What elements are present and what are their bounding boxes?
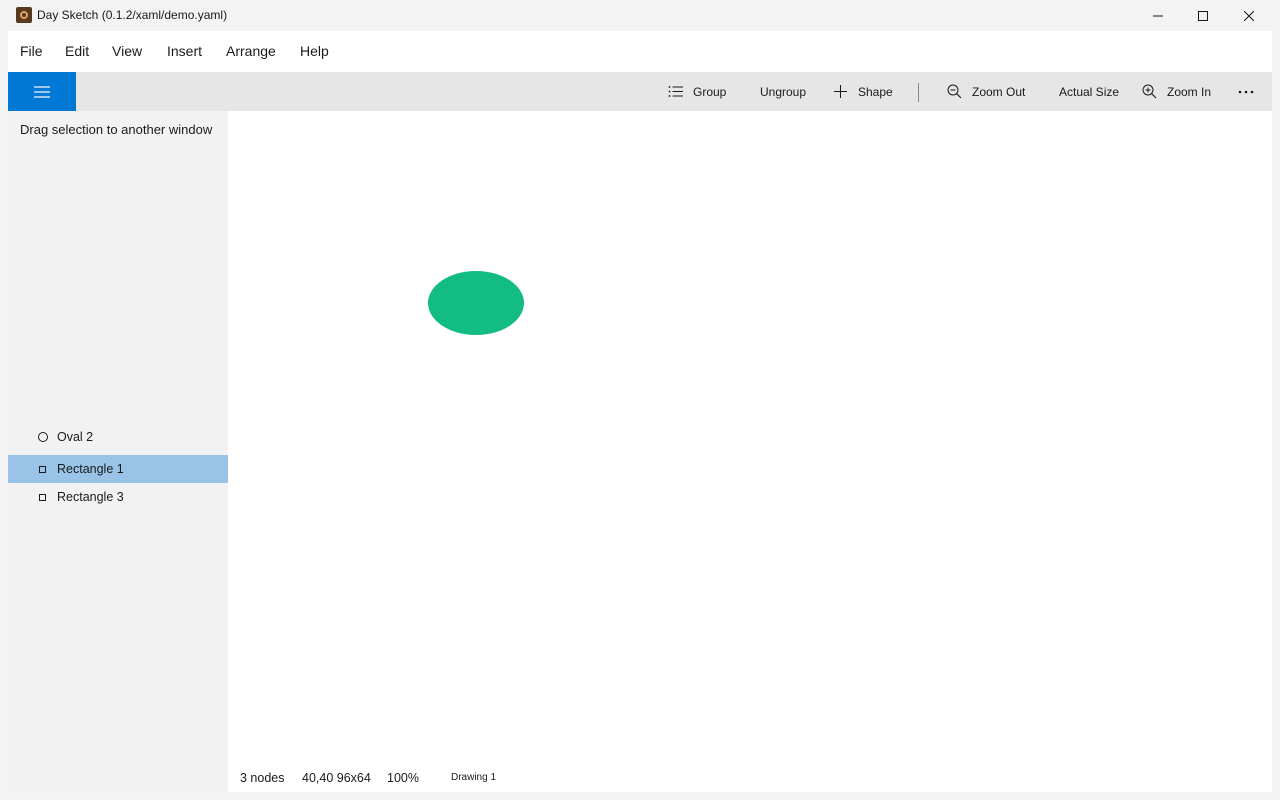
maximize-button[interactable] [1180, 0, 1226, 31]
drawing-canvas[interactable]: 3 nodes 40,40 96x64 100% Drawing 1 [228, 111, 1272, 792]
menu-bar: File Edit View Insert Arrange Help [8, 31, 1272, 72]
node-label: Oval 2 [57, 430, 94, 444]
more-icon [1238, 90, 1254, 93]
oval-shape[interactable] [428, 271, 524, 335]
hamburger-button[interactable] [8, 72, 76, 111]
more-button[interactable] [1238, 72, 1254, 111]
zoom-in-button[interactable]: Zoom In [1142, 72, 1211, 111]
zoom-in-label: Zoom In [1167, 84, 1212, 99]
app-icon [16, 7, 32, 23]
close-button[interactable] [1226, 0, 1272, 31]
drag-hint: Drag selection to another window [20, 122, 213, 137]
toolbar: Group Ungroup Shape Zoom Out Actual Size… [8, 72, 1272, 111]
node-panel: Drag selection to another window Oval 2 … [8, 111, 228, 792]
status-selection-geometry: 40,40 96x64 [302, 771, 371, 785]
maximize-icon [1198, 10, 1208, 21]
node-row-rectangle-3[interactable]: Rectangle 3 [8, 483, 228, 511]
node-label: Rectangle 3 [57, 490, 124, 504]
node-row-rectangle-1[interactable]: Rectangle 1 [8, 455, 228, 483]
actual-size-button[interactable]: Actual Size [1059, 72, 1119, 111]
shape-button[interactable]: Shape [833, 72, 893, 111]
zoom-out-label: Zoom Out [972, 84, 1026, 99]
group-label: Group [693, 84, 727, 99]
list-icon [668, 86, 683, 97]
zoom-out-button[interactable]: Zoom Out [947, 72, 1025, 111]
menu-file[interactable]: File [20, 43, 43, 59]
menu-view[interactable]: View [112, 43, 142, 59]
ungroup-button[interactable]: Ungroup [760, 72, 806, 111]
window-bottom-border [0, 792, 1280, 800]
menu-edit[interactable]: Edit [65, 43, 89, 59]
hamburger-icon [34, 85, 50, 98]
minimize-icon [1153, 15, 1163, 16]
menu-arrange[interactable]: Arrange [226, 43, 276, 59]
menu-insert[interactable]: Insert [167, 43, 202, 59]
actual-size-label: Actual Size [1059, 84, 1120, 99]
status-drawing-name: Drawing 1 [451, 772, 497, 783]
node-row-oval-2[interactable]: Oval 2 [8, 423, 228, 451]
group-button[interactable]: Group [668, 72, 726, 111]
zoom-in-icon [1142, 84, 1157, 99]
zoom-out-icon [947, 84, 962, 99]
status-node-count: 3 nodes [240, 771, 285, 785]
title-bar: Day Sketch (0.1.2/xaml/demo.yaml) [0, 0, 1280, 31]
shape-label: Shape [858, 84, 893, 99]
menu-help[interactable]: Help [300, 43, 329, 59]
node-label: Rectangle 1 [57, 462, 124, 476]
status-zoom: 100% [387, 771, 419, 785]
rectangle-icon [39, 466, 46, 473]
plus-icon [834, 85, 847, 98]
minimize-button[interactable] [1135, 0, 1181, 31]
oval-icon [38, 432, 48, 442]
ungroup-label: Ungroup [760, 84, 807, 99]
toolbar-separator [918, 83, 919, 102]
rectangle-icon [39, 494, 46, 501]
close-icon [1244, 10, 1254, 21]
window-title: Day Sketch (0.1.2/xaml/demo.yaml) [37, 8, 228, 22]
